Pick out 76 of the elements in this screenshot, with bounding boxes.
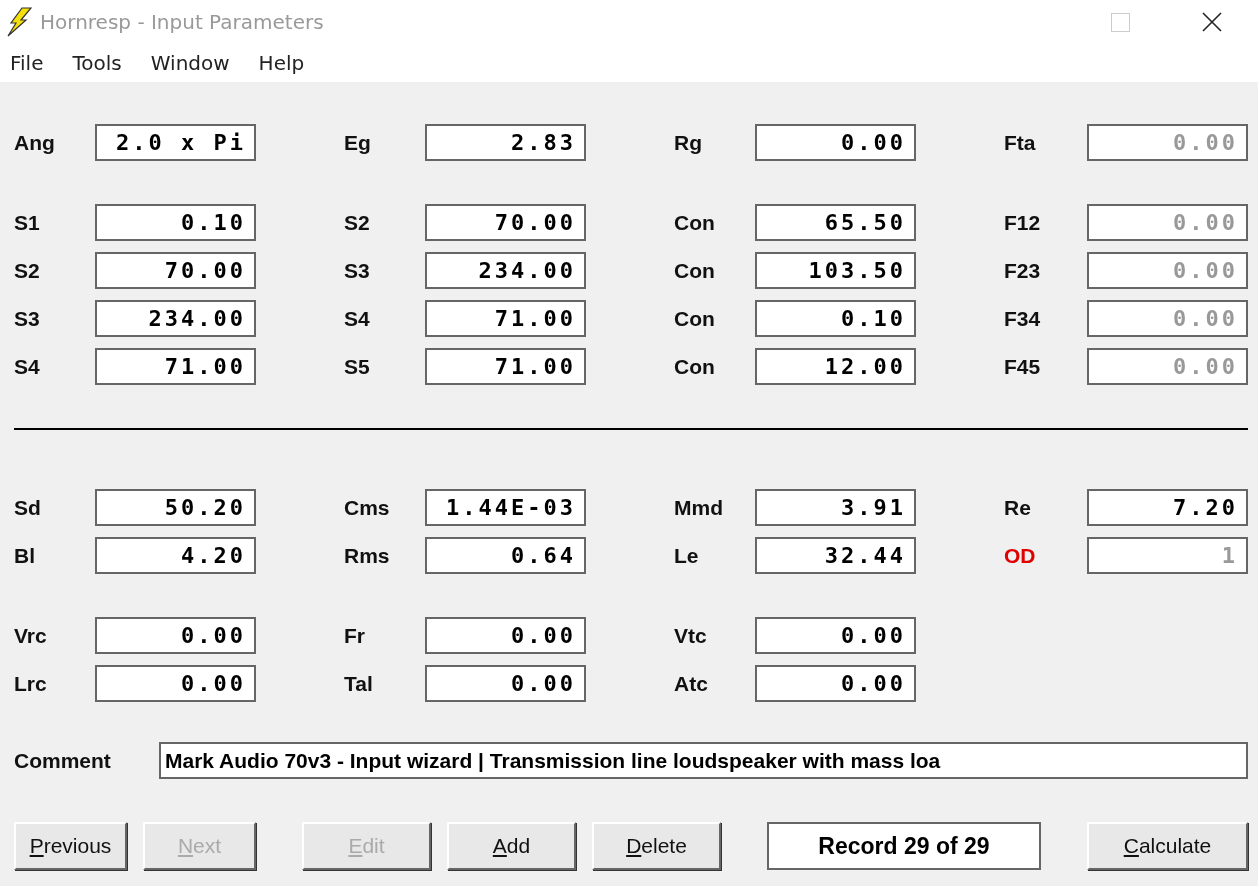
input-field[interactable]: 70.00 [425, 204, 586, 241]
lightning-bolt-icon [6, 7, 32, 37]
parameter-label: F12 [1004, 210, 1041, 235]
input-field[interactable]: 70.00 [95, 252, 256, 289]
parameter-label: Eg [344, 130, 371, 155]
parameter-label: S3 [344, 258, 370, 283]
parameter-label: F45 [1004, 354, 1041, 379]
action-button[interactable]: Delete [592, 822, 721, 870]
action-button[interactable]: Previous [14, 822, 127, 870]
parameter-label: S3 [14, 306, 40, 331]
parameter-label: Re [1004, 495, 1031, 520]
parameter-label: Bl [14, 543, 35, 568]
parameter-label: Ang [14, 130, 55, 155]
parameter-label: Con [674, 354, 715, 379]
menu-item[interactable]: Help [258, 51, 305, 75]
parameter-label: OD [1004, 543, 1036, 568]
parameter-label: Fr [344, 623, 365, 648]
action-button[interactable]: Add [447, 822, 576, 870]
parameter-label: Rg [674, 130, 702, 155]
input-field[interactable]: 103.50 [755, 252, 916, 289]
input-field[interactable]: 2.0 x Pi [95, 124, 256, 161]
parameter-label: Sd [14, 495, 41, 520]
input-field[interactable]: 3.91 [755, 489, 916, 526]
input-field[interactable]: 71.00 [95, 348, 256, 385]
menu-item[interactable]: Window [150, 51, 230, 75]
input-field[interactable]: 65.50 [755, 204, 916, 241]
menu-item[interactable]: Tools [72, 51, 122, 75]
parameter-label: Cms [344, 495, 390, 520]
close-icon [1202, 12, 1222, 32]
parameter-label: S1 [14, 210, 40, 235]
parameter-label: Vtc [674, 623, 707, 648]
parameter-label: Vrc [14, 623, 47, 648]
input-field[interactable]: 2.83 [425, 124, 586, 161]
parameter-label: Rms [344, 543, 390, 568]
input-field[interactable]: 0.10 [755, 300, 916, 337]
record-counter: Record 29 of 29 [767, 822, 1041, 870]
parameter-label: S5 [344, 354, 370, 379]
parameter-label: F23 [1004, 258, 1041, 283]
menu-item[interactable]: File [10, 51, 44, 75]
input-field[interactable]: 0.10 [95, 204, 256, 241]
input-field[interactable]: 50.20 [95, 489, 256, 526]
parameter-label: Con [674, 210, 715, 235]
input-field[interactable]: 234.00 [95, 300, 256, 337]
input-field[interactable]: 0.00 [95, 617, 256, 654]
parameter-label: Atc [674, 671, 708, 696]
input-field[interactable]: 0.00 [95, 665, 256, 702]
parameter-label: S4 [344, 306, 370, 331]
parameter-label: Mmd [674, 495, 723, 520]
input-field[interactable]: 32.44 [755, 537, 916, 574]
parameter-label: Lrc [14, 671, 47, 696]
input-field[interactable]: 4.20 [95, 537, 256, 574]
parameter-label: F34 [1004, 306, 1041, 331]
parameter-label: S2 [14, 258, 40, 283]
input-field[interactable]: 12.00 [755, 348, 916, 385]
parameter-label: Fta [1004, 130, 1036, 155]
input-field[interactable]: 0.64 [425, 537, 586, 574]
parameter-label: Con [674, 306, 715, 331]
parameter-label: S2 [344, 210, 370, 235]
input-field[interactable]: 0.00 [755, 617, 916, 654]
comment-field[interactable]: Mark Audio 70v3 - Input wizard | Transmission line loudspeaker with mass loa [159, 742, 1248, 779]
input-field[interactable]: 7.20 [1087, 489, 1248, 526]
input-field[interactable]: 0.00 [425, 617, 586, 654]
input-field[interactable]: 0.00 [755, 665, 916, 702]
input-field[interactable]: 0.00 [755, 124, 916, 161]
comment-label: Comment [14, 748, 112, 773]
parameter-label: Le [674, 543, 699, 568]
parameter-label: Tal [344, 671, 373, 696]
input-field[interactable]: 71.00 [425, 300, 586, 337]
input-field[interactable]: 0.00 [425, 665, 586, 702]
input-field[interactable]: 71.00 [425, 348, 586, 385]
window-title: Hornresp - Input Parameters [40, 10, 324, 34]
action-button[interactable]: Calculate [1087, 822, 1248, 870]
input-field[interactable]: 234.00 [425, 252, 586, 289]
parameter-label: S4 [14, 354, 40, 379]
input-field[interactable]: 1.44E-03 [425, 489, 586, 526]
parameter-label: Con [674, 258, 715, 283]
